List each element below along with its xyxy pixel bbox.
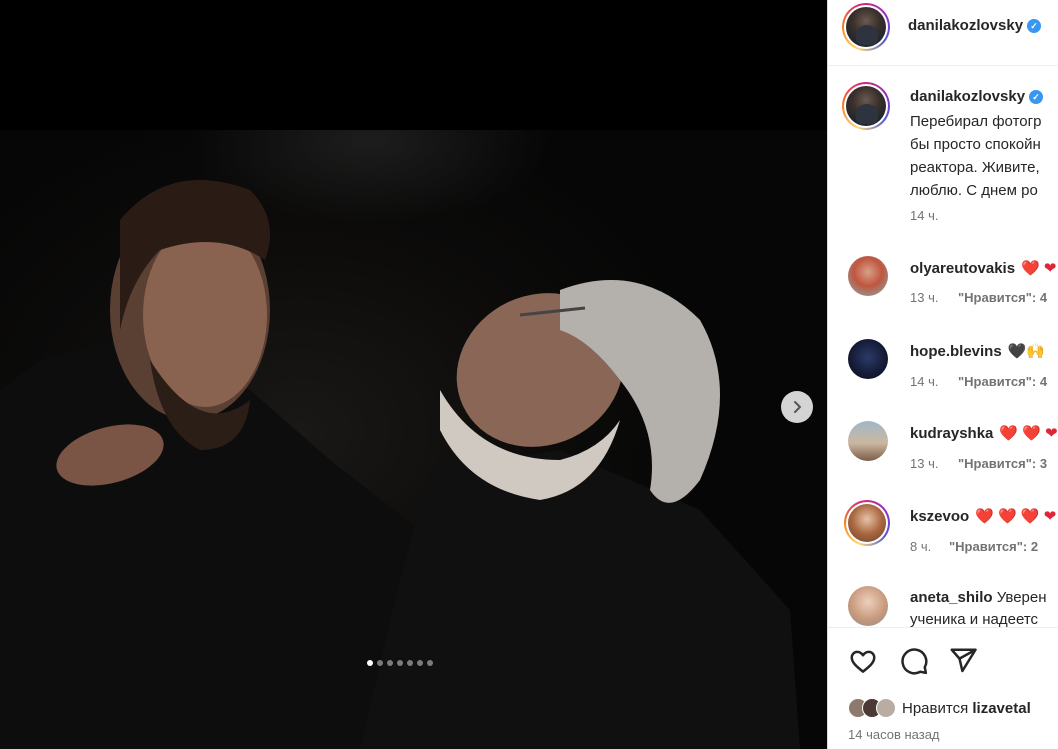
comment-username-text[interactable]: kudrayshka (910, 425, 993, 442)
comment-likes[interactable]: "Нравится": 4 (958, 290, 1047, 305)
carousel-dot (377, 660, 383, 666)
likes-prefix: Нравится (902, 699, 969, 717)
likes-summary[interactable]: Нравится lizavetal (848, 698, 1031, 718)
author-avatar[interactable] (842, 3, 890, 51)
carousel-dot (387, 660, 393, 666)
carousel-dot (367, 660, 373, 666)
carousel-dot (427, 660, 433, 666)
comment-username-text[interactable]: kszevoo (910, 508, 969, 525)
post-caption: Перебирал фотогр бы просто спокойн реакт… (910, 113, 1042, 199)
post-side-panel: danilakozlovsky ✓ danilakozlovsky ✓ Переби… (827, 0, 1058, 749)
caption-author-avatar[interactable] (842, 82, 890, 130)
comment-username[interactable]: kszevoo ❤️ ❤️ ❤️ ❤ (910, 507, 1056, 525)
author-username-text[interactable]: danilakozlovsky (908, 17, 1023, 34)
comment-username-text[interactable]: aneta_shilo (910, 589, 993, 606)
comment-time: 14 ч. (910, 374, 939, 389)
comment-username-text[interactable]: hope.blevins (910, 343, 1002, 360)
comment-likes[interactable]: "Нравится": 4 (958, 374, 1047, 389)
comment-username[interactable]: aneta_shilo Уверен (910, 589, 1047, 606)
commenter-avatar[interactable] (848, 586, 888, 626)
post-actions: Нравится lizavetal 14 часов назад (828, 627, 1058, 749)
next-slide-button[interactable] (781, 391, 813, 423)
comment-time: 8 ч. (910, 539, 932, 554)
author-username[interactable]: danilakozlovsky ✓ (908, 17, 1042, 34)
comment-time: 13 ч. (910, 456, 939, 471)
commenter-avatar[interactable] (844, 500, 890, 546)
comment-likes[interactable]: "Нравится": 3 (958, 456, 1047, 471)
comment-emoji: ❤️ ❤️ ❤ (999, 425, 1058, 442)
verified-badge-icon: ✓ (1029, 90, 1044, 104)
comment-emoji: ❤️ ❤️ ❤️ ❤ (975, 508, 1057, 525)
comment-text: Уверен (996, 589, 1047, 606)
commenter-avatar[interactable] (848, 339, 888, 379)
comment-icon[interactable] (899, 646, 929, 676)
likes-text: Нравится lizavetal (902, 700, 1031, 717)
post-photo[interactable] (0, 130, 827, 749)
carousel-indicator (367, 660, 433, 666)
share-icon[interactable] (948, 646, 978, 676)
caption-username[interactable]: danilakozlovsky ✓ (910, 88, 1044, 105)
carousel-dot (417, 660, 423, 666)
verified-badge-icon: ✓ (1027, 19, 1042, 33)
post-date[interactable]: 14 часов назад (848, 727, 940, 742)
comment-text-line: ученика и надеетс (910, 611, 1039, 628)
comment-username[interactable]: olyareutovakis ❤️ ❤ (910, 259, 1056, 277)
liker-avatar (876, 698, 896, 718)
post-media (0, 0, 827, 749)
caption-time: 14 ч. (910, 208, 939, 223)
chevron-right-icon (794, 401, 801, 413)
photo-illustration (0, 180, 800, 749)
caption-username-text[interactable]: danilakozlovsky (910, 88, 1025, 105)
comment-username[interactable]: kudrayshka ❤️ ❤️ ❤ (910, 424, 1058, 442)
comment-username-text[interactable]: olyareutovakis (910, 260, 1015, 277)
carousel-dot (397, 660, 403, 666)
commenter-avatar[interactable] (848, 256, 888, 296)
heart-icon[interactable] (848, 646, 878, 676)
post-header: danilakozlovsky ✓ (828, 0, 1058, 66)
comment-likes[interactable]: "Нравится": 2 (949, 539, 1038, 554)
comment-emoji: ❤️ ❤ (1021, 260, 1057, 277)
comment-username[interactable]: hope.blevins 🖤🙌 (910, 342, 1045, 360)
comment-emoji: 🖤🙌 (1007, 343, 1046, 360)
likes-user[interactable]: lizavetal (972, 700, 1030, 717)
comment-time: 13 ч. (910, 290, 939, 305)
carousel-dot (407, 660, 413, 666)
commenter-avatar[interactable] (848, 421, 888, 461)
